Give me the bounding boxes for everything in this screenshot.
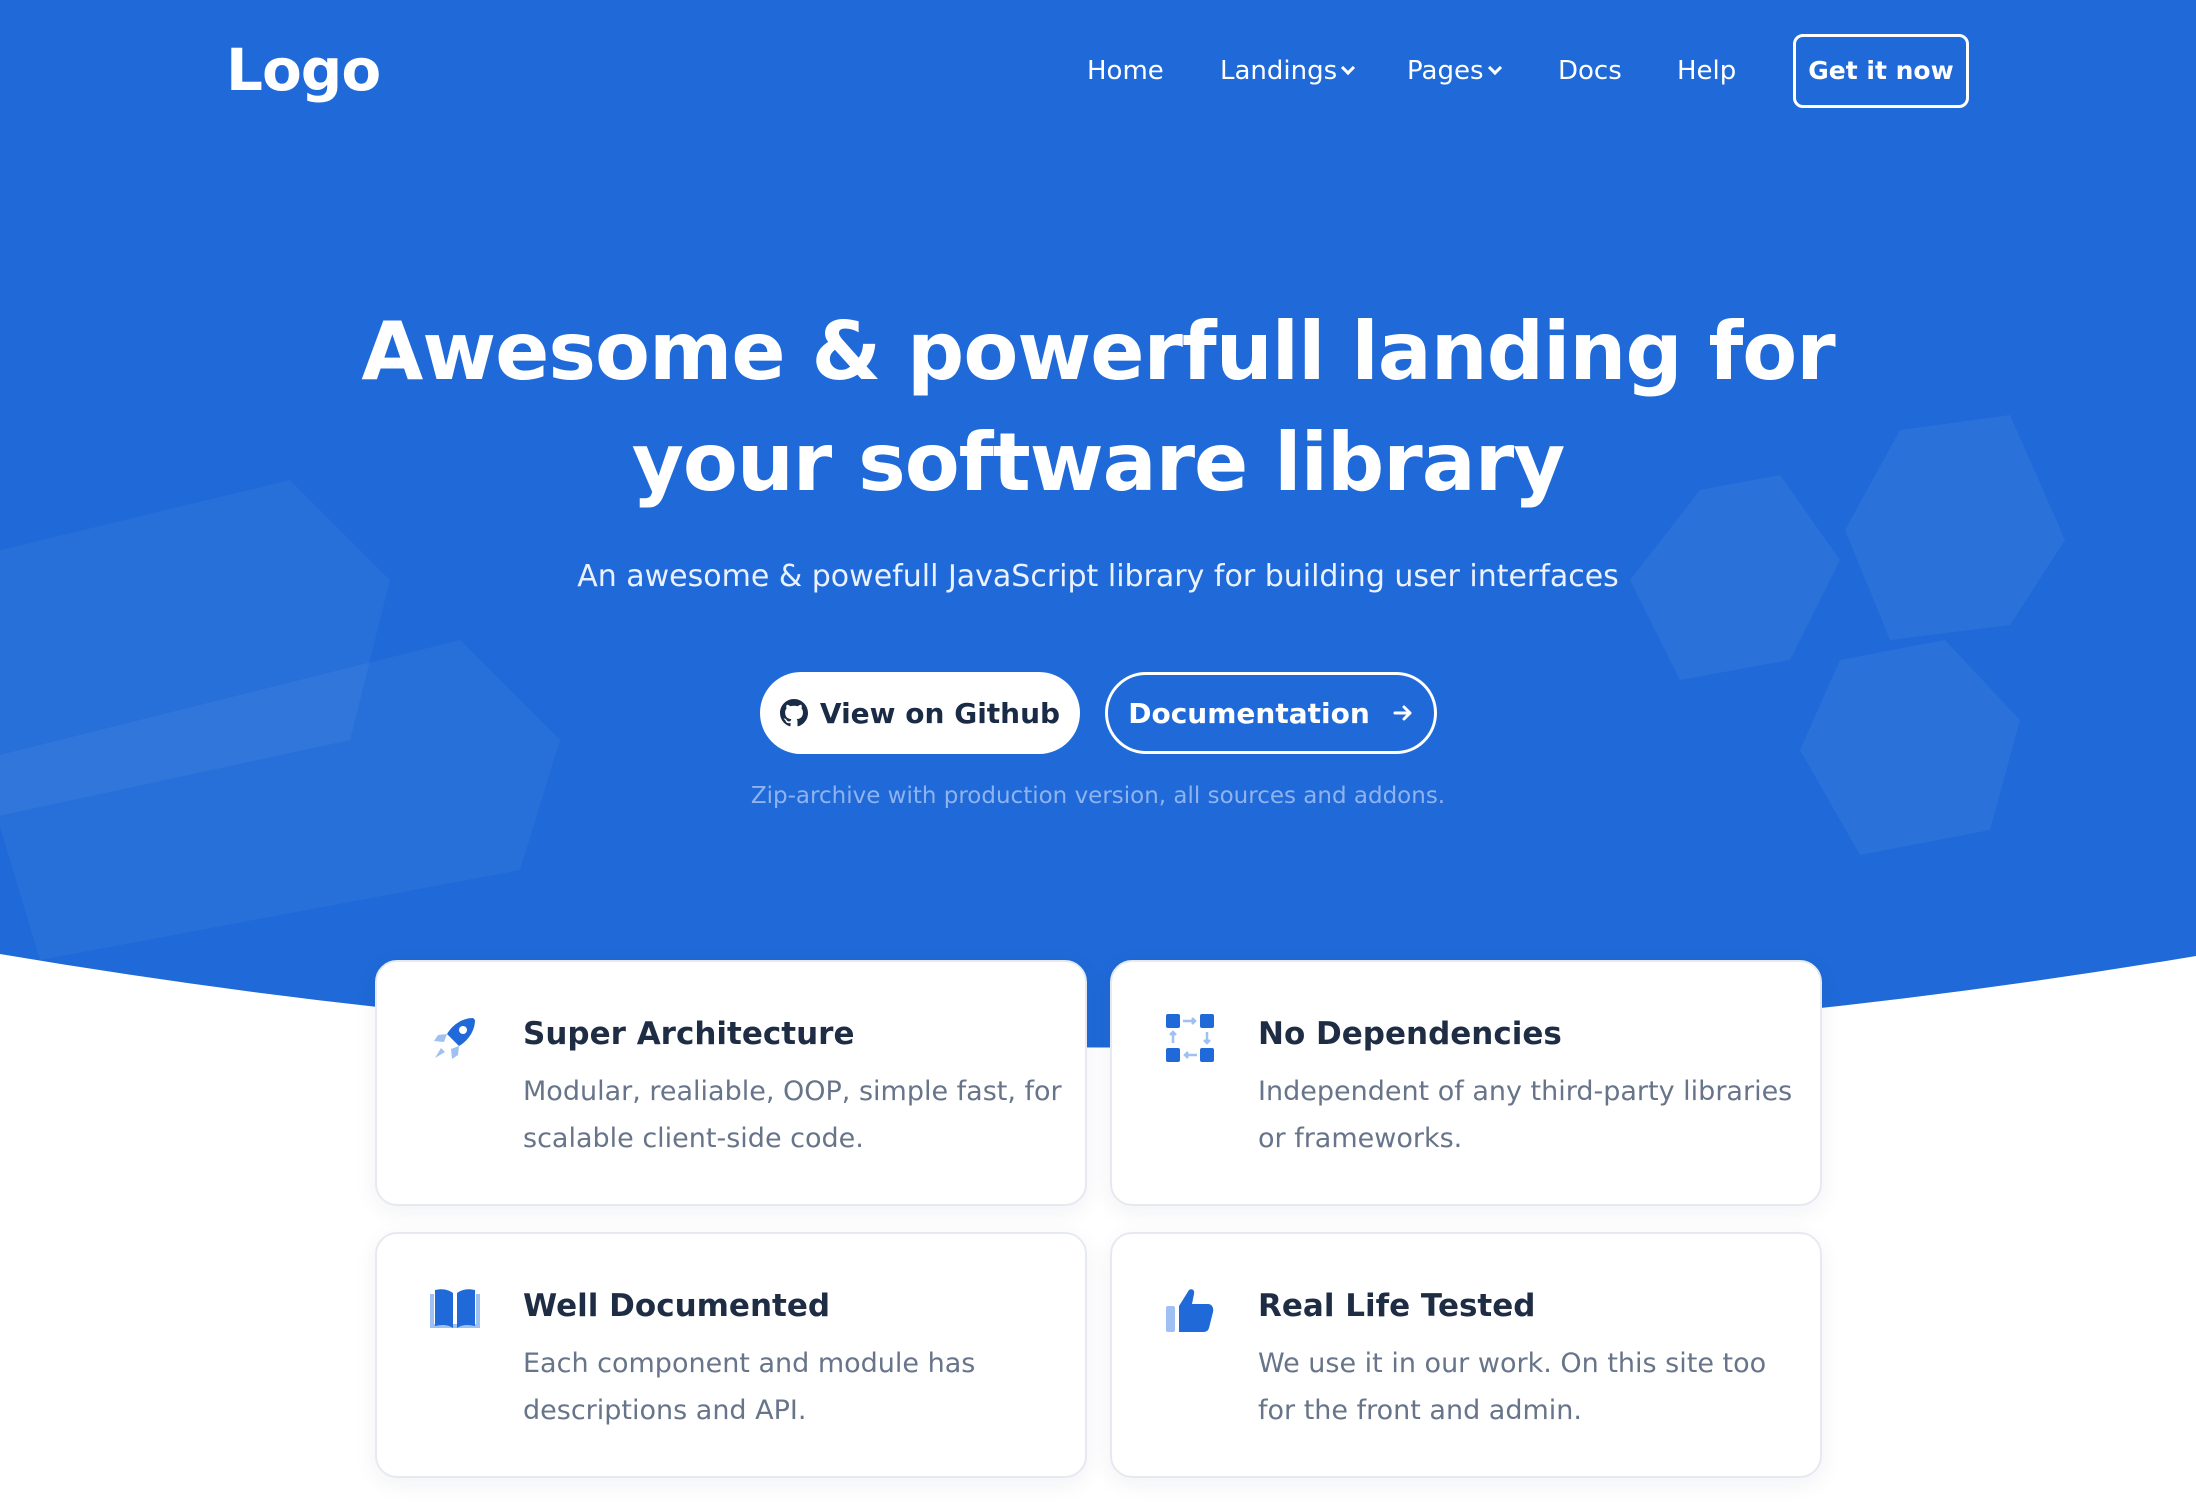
feature-description-line: Each component and module has <box>523 1348 976 1379</box>
nav-item-pages[interactable]: Pages <box>1407 50 1502 92</box>
get-it-now-button[interactable]: Get it now <box>1793 34 1969 108</box>
view-on-github-button[interactable]: View on Github <box>760 672 1080 754</box>
documentation-button-label: Documentation <box>1128 696 1370 730</box>
feature-card: Real Life Tested We use it in our work. … <box>1110 1232 1822 1478</box>
feature-description: Independent of any third-party libraries… <box>1258 1068 1798 1162</box>
feature-description-line: Modular, realiable, OOP, simple fast, fo… <box>523 1076 1062 1107</box>
top-navigation: Logo Home Landings Pages Docs Help Get i… <box>0 0 2196 142</box>
feature-title: Real Life Tested <box>1258 1288 1536 1324</box>
feature-description-line: or frameworks. <box>1258 1123 1463 1154</box>
nav-item-landings[interactable]: Landings <box>1220 50 1356 92</box>
page-title: Awesome & powerfull landing for your sof… <box>300 296 1896 518</box>
feature-title: No Dependencies <box>1258 1016 1562 1052</box>
documentation-button[interactable]: Documentation <box>1105 672 1437 754</box>
nav-item-help[interactable]: Help <box>1677 50 1736 92</box>
github-icon <box>779 699 808 727</box>
nav-item-label: Docs <box>1558 56 1622 86</box>
nav-item-label: Pages <box>1407 56 1484 86</box>
feature-title: Super Architecture <box>523 1016 855 1052</box>
thumbs-up-icon <box>1166 1289 1214 1332</box>
feature-description-line: scalable client-side code. <box>523 1123 864 1154</box>
headline-line-2: your software library <box>631 416 1566 509</box>
feature-description-line: descriptions and API. <box>523 1395 807 1426</box>
download-note: Zip-archive with production version, all… <box>750 783 1446 809</box>
chevron-down-icon <box>1341 60 1356 76</box>
rocket-icon <box>434 1018 475 1059</box>
feature-description: Each component and module has descriptio… <box>523 1340 1063 1434</box>
logo[interactable]: Logo <box>226 34 381 106</box>
nav-item-label: Landings <box>1220 56 1338 86</box>
hero-subtitle: An awesome & powefull JavaScript library… <box>577 559 1619 594</box>
feature-description: Modular, realiable, OOP, simple fast, fo… <box>523 1068 1063 1162</box>
nav-item-home[interactable]: Home <box>1087 50 1164 92</box>
nav-item-label: Help <box>1677 56 1737 86</box>
arrow-right-icon <box>1393 705 1412 721</box>
feature-description-line: for the front and admin. <box>1258 1395 1582 1426</box>
nav-item-label: Home <box>1087 56 1164 86</box>
hero-section: Logo Home Landings Pages Docs Help Get i… <box>0 0 2196 1506</box>
feature-title: Well Documented <box>523 1288 831 1324</box>
feature-card: Super Architecture Modular, realiable, O… <box>375 960 1087 1206</box>
feature-description: We use it in our work. On this site too … <box>1258 1340 1798 1434</box>
headline-line-1: Awesome & powerfull landing for <box>361 305 1835 398</box>
nav-item-docs[interactable]: Docs <box>1558 50 1622 92</box>
feature-description-line: Independent of any third-party libraries <box>1258 1076 1793 1107</box>
feature-card: No Dependencies Independent of any third… <box>1110 960 1822 1206</box>
chevron-down-icon <box>1487 60 1502 76</box>
feature-card: Well Documented Each component and modul… <box>375 1232 1087 1478</box>
hero-background <box>0 0 2196 1048</box>
feature-description-line: We use it in our work. On this site too <box>1258 1348 1767 1379</box>
github-button-label: View on Github <box>819 696 1061 730</box>
modules-icon <box>1166 1014 1214 1062</box>
book-icon <box>430 1289 480 1328</box>
